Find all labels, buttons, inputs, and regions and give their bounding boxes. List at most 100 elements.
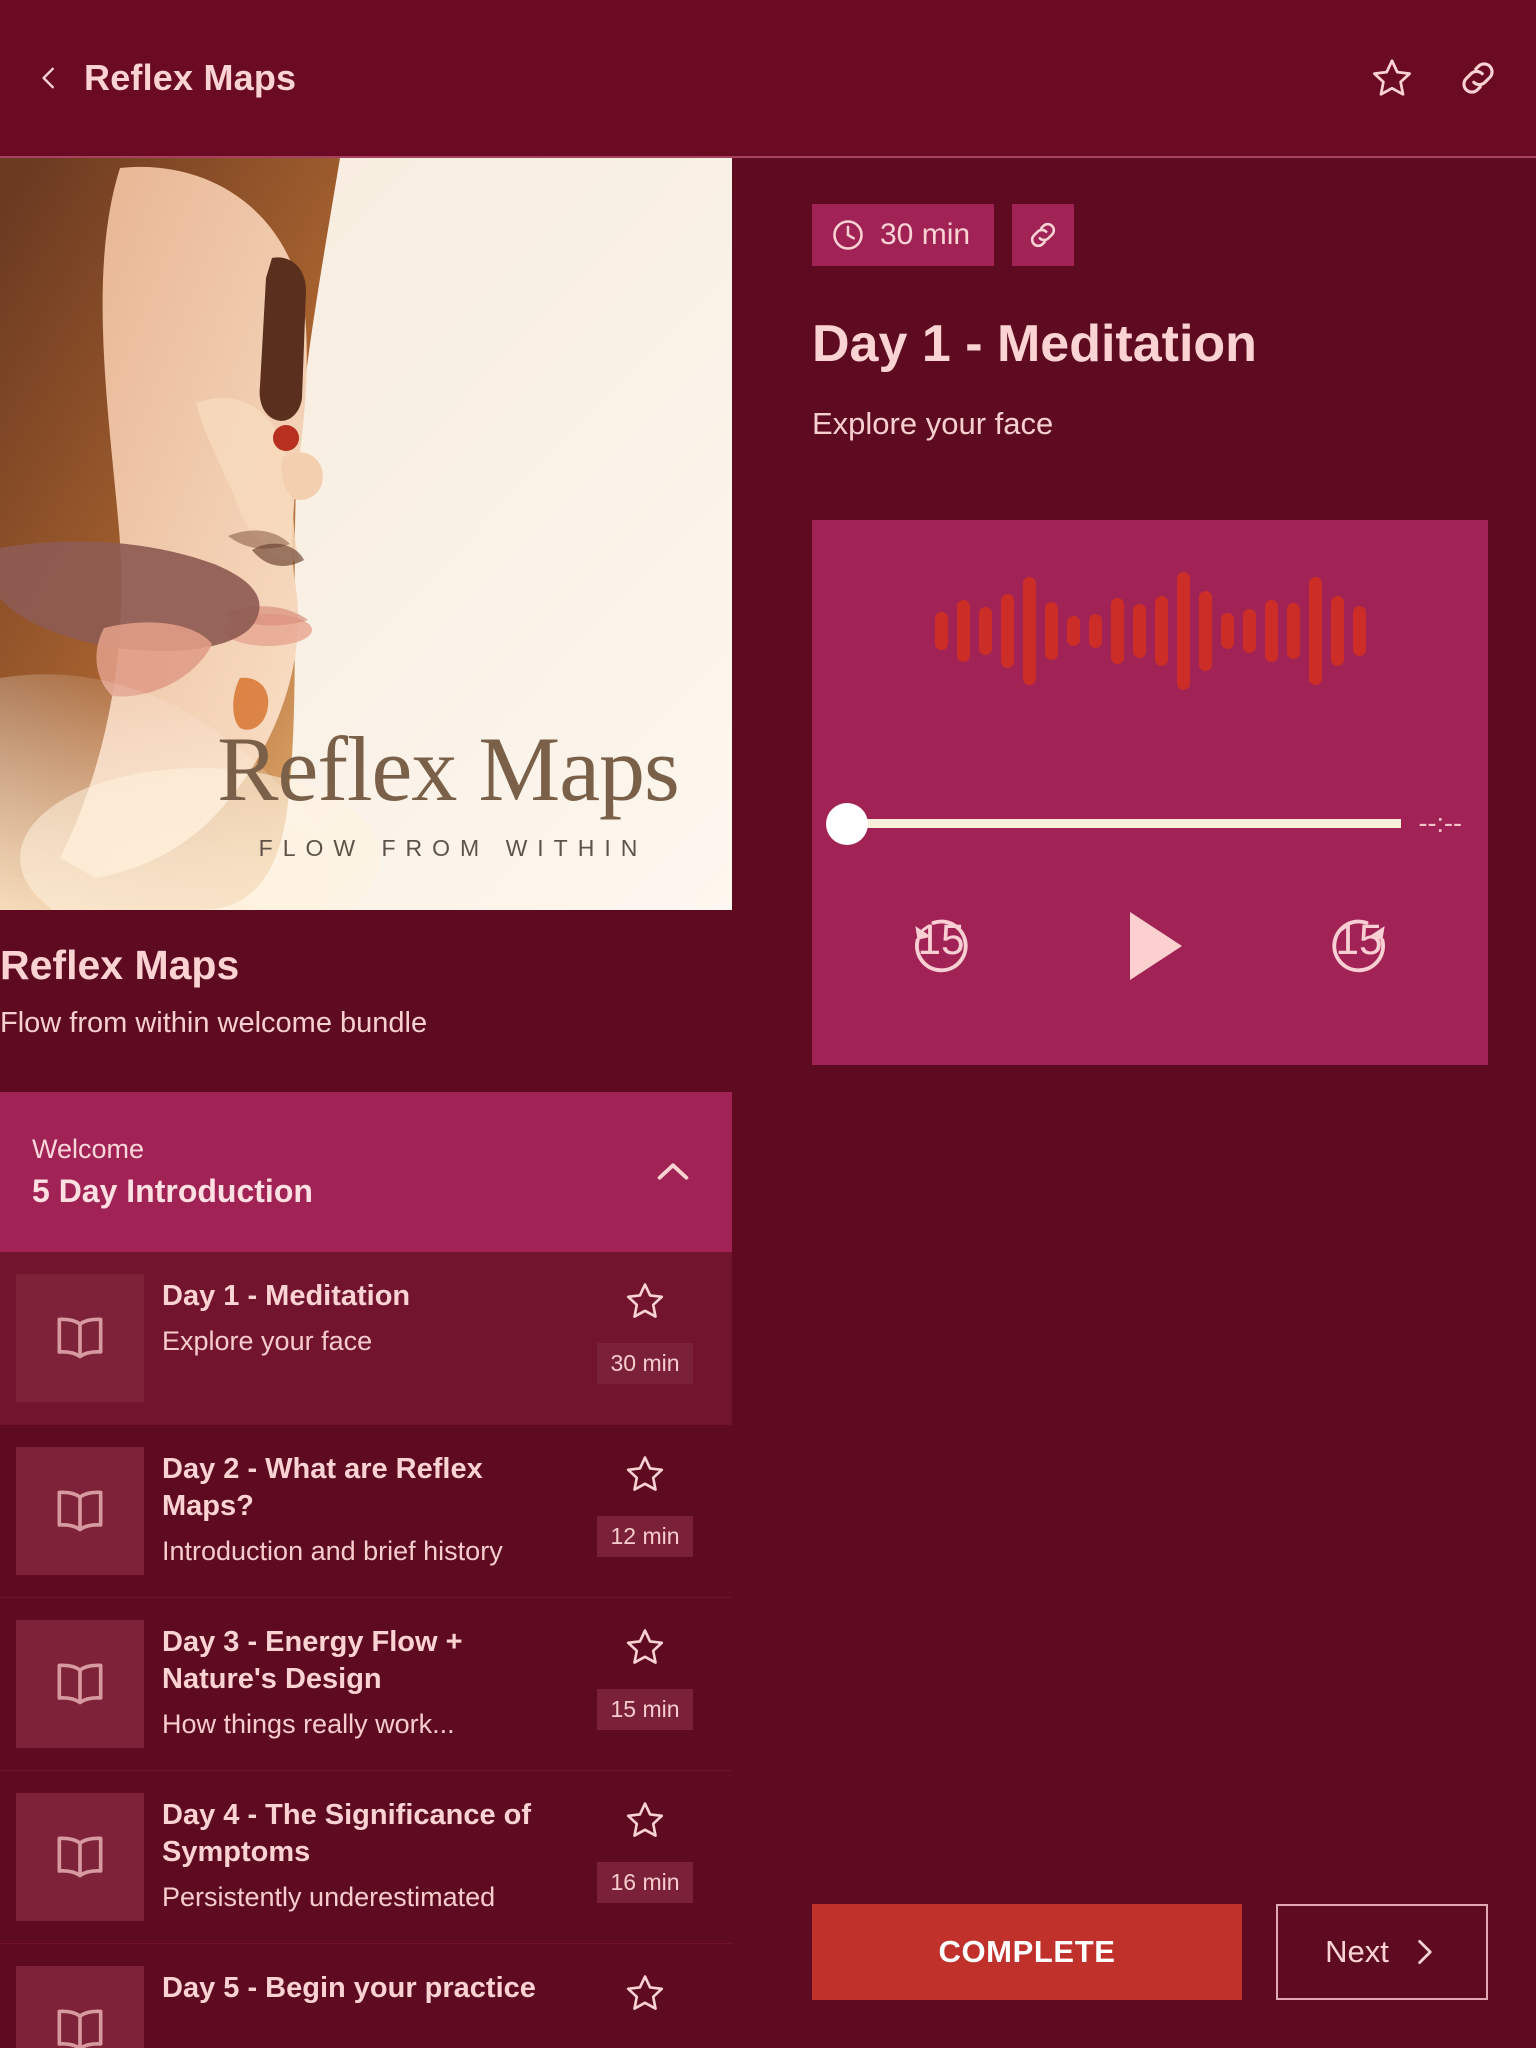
- lesson-duration-badge: 30 min: [597, 1343, 693, 1384]
- forward-seconds-label: 15: [1336, 916, 1383, 963]
- lesson-item-title: Day 1 - Meditation: [162, 1280, 411, 1312]
- star-outline-icon: [626, 1456, 664, 1491]
- lesson-thumbnail: [16, 1620, 144, 1748]
- lesson-detail-title: Day 1 - Meditation: [812, 315, 1257, 373]
- star-outline-icon: [626, 1802, 664, 1837]
- chevron-left-icon: [42, 67, 54, 89]
- lesson-text: Day 2 - What are Reflex Maps? Introductio…: [162, 1447, 566, 1569]
- lesson-text: Day 5 - Begin your practice: [162, 1966, 566, 2007]
- lesson-duration-badge: 16 min: [597, 1862, 693, 1903]
- playback-time-label: --:--: [1418, 808, 1462, 838]
- lesson-item-title: Day 4 - The Significance of Symptoms: [162, 1799, 532, 1869]
- lesson-item-actions: 15 min: [584, 1620, 706, 1730]
- share-link-button[interactable]: [1456, 56, 1500, 100]
- waveform-bar: [1308, 577, 1322, 685]
- lesson-thumbnail: [16, 1793, 144, 1921]
- lesson-item-title: Day 5 - Begin your practice: [162, 1972, 536, 2004]
- waveform-bar: [934, 612, 948, 650]
- cover-title: Reflex Maps: [217, 718, 680, 820]
- lesson-item-actions: 12 min: [584, 1447, 706, 1557]
- lesson-item-title: Day 2 - What are Reflex Maps?: [162, 1453, 483, 1523]
- lesson-item-actions: [584, 1966, 706, 2019]
- lesson-favorite-button[interactable]: [624, 1453, 666, 1500]
- lesson-favorite-button[interactable]: [624, 1280, 666, 1327]
- waveform-bar: [1242, 609, 1256, 653]
- waveform-bar: [1132, 604, 1146, 658]
- section-kicker: Welcome: [32, 1134, 145, 1164]
- lesson-list-item[interactable]: Day 1 - Meditation Explore your face 30 mi…: [0, 1252, 732, 1425]
- chevron-right-icon: [1418, 1940, 1432, 1964]
- waveform-bar: [1198, 591, 1212, 671]
- lesson-list[interactable]: Day 1 - Meditation Explore your face 30 mi…: [0, 1252, 732, 2048]
- forward-15-button[interactable]: 15: [1320, 907, 1398, 985]
- lesson-item-title: Day 3 - Energy Flow + Nature's Design: [162, 1626, 463, 1696]
- play-button[interactable]: [1102, 898, 1198, 994]
- book-icon: [57, 2009, 103, 2048]
- waveform-bar: [1154, 596, 1168, 666]
- rewind-15-icon: 15: [915, 916, 968, 973]
- waveform-bar: [1066, 616, 1080, 646]
- waveform-bar: [1286, 603, 1300, 659]
- forward-15-icon: 15: [1332, 916, 1385, 973]
- lesson-item-subtitle: How things really work...: [162, 1709, 455, 1740]
- lesson-detail-subtitle: Explore your face: [812, 406, 1054, 441]
- lesson-action-footer: COMPLETE Next: [812, 1904, 1488, 2000]
- lesson-player-screen: Reflex Maps Reflex Maps FLOW FROM WITHIN…: [0, 0, 1536, 2048]
- playback-progress-handle[interactable]: [826, 802, 868, 845]
- play-icon: [1130, 912, 1182, 980]
- lesson-list-item[interactable]: Day 5 - Begin your practice: [0, 1944, 732, 2048]
- lesson-list-item[interactable]: Day 4 - The Significance of Symptoms Pers…: [0, 1771, 732, 1944]
- top-app-bar: Reflex Maps: [0, 0, 1536, 158]
- cover-subtitle: FLOW FROM WITHIN: [258, 835, 648, 861]
- lesson-detail-panel: 30 min Day 1 - Meditation Explore your f…: [732, 158, 1536, 2048]
- section-title: 5 Day Introduction: [32, 1173, 313, 1209]
- lesson-item-actions: 16 min: [584, 1793, 706, 1903]
- rewind-seconds-label: 15: [918, 916, 965, 963]
- favorite-button[interactable]: [1370, 56, 1414, 100]
- waveform-bar: [1330, 596, 1344, 666]
- lesson-favorite-button[interactable]: [624, 1799, 666, 1846]
- duration-label: 30 min: [880, 218, 971, 251]
- playback-progress-track[interactable]: [826, 802, 1401, 845]
- course-subtitle: Flow from within welcome bundle: [0, 1007, 428, 1039]
- book-icon: [57, 1663, 103, 1705]
- waveform-bar: [956, 600, 970, 662]
- course-title: Reflex Maps: [0, 942, 240, 988]
- section-accordion-header[interactable]: Welcome 5 Day Introduction: [0, 1092, 732, 1252]
- complete-button[interactable]: COMPLETE: [812, 1904, 1242, 2000]
- clock-icon: [833, 220, 863, 250]
- lesson-favorite-button[interactable]: [624, 1972, 666, 2019]
- link-icon: [1030, 222, 1056, 248]
- waveform-bar: [1264, 600, 1278, 662]
- lesson-item-subtitle: Persistently underestimated: [162, 1882, 496, 1913]
- star-outline-icon: [1373, 59, 1411, 96]
- audio-player: --:-- 15 15: [812, 520, 1488, 1065]
- copy-link-button[interactable]: [1012, 204, 1075, 266]
- lesson-list-item[interactable]: Day 3 - Energy Flow + Nature's Design How…: [0, 1598, 732, 1771]
- chevron-up-icon[interactable]: [650, 1149, 696, 1195]
- lesson-item-subtitle: Explore your face: [162, 1326, 373, 1357]
- lesson-thumbnail: [16, 1447, 144, 1575]
- waveform-bar: [978, 607, 992, 655]
- book-icon: [57, 1317, 103, 1359]
- section-accordion-text: Welcome 5 Day Introduction: [32, 1134, 650, 1210]
- lesson-favorite-button[interactable]: [624, 1626, 666, 1673]
- duration-badge: 30 min: [812, 204, 995, 266]
- next-button-label: Next: [1325, 1934, 1389, 1969]
- waveform-bar: [1088, 614, 1102, 648]
- book-icon: [57, 1836, 103, 1878]
- waveform-bar: [1110, 598, 1124, 664]
- waveform-bar: [1022, 577, 1036, 685]
- lesson-list-item[interactable]: Day 2 - What are Reflex Maps? Introductio…: [0, 1425, 732, 1598]
- link-icon: [1462, 62, 1494, 94]
- course-sidebar[interactable]: Reflex Maps FLOW FROM WITHIN Reflex Maps…: [0, 158, 732, 2048]
- lesson-duration-badge: 15 min: [597, 1689, 693, 1730]
- back-button[interactable]: Reflex Maps: [36, 57, 296, 99]
- waveform-bar: [1176, 572, 1190, 690]
- lesson-text: Day 3 - Energy Flow + Nature's Design How…: [162, 1620, 566, 1742]
- rewind-15-button[interactable]: 15: [902, 907, 980, 985]
- course-cover-image: Reflex Maps FLOW FROM WITHIN: [0, 158, 732, 910]
- lesson-meta-row: 30 min: [812, 204, 1480, 266]
- next-button[interactable]: Next: [1276, 1904, 1488, 2000]
- lesson-item-actions: 30 min: [584, 1274, 706, 1384]
